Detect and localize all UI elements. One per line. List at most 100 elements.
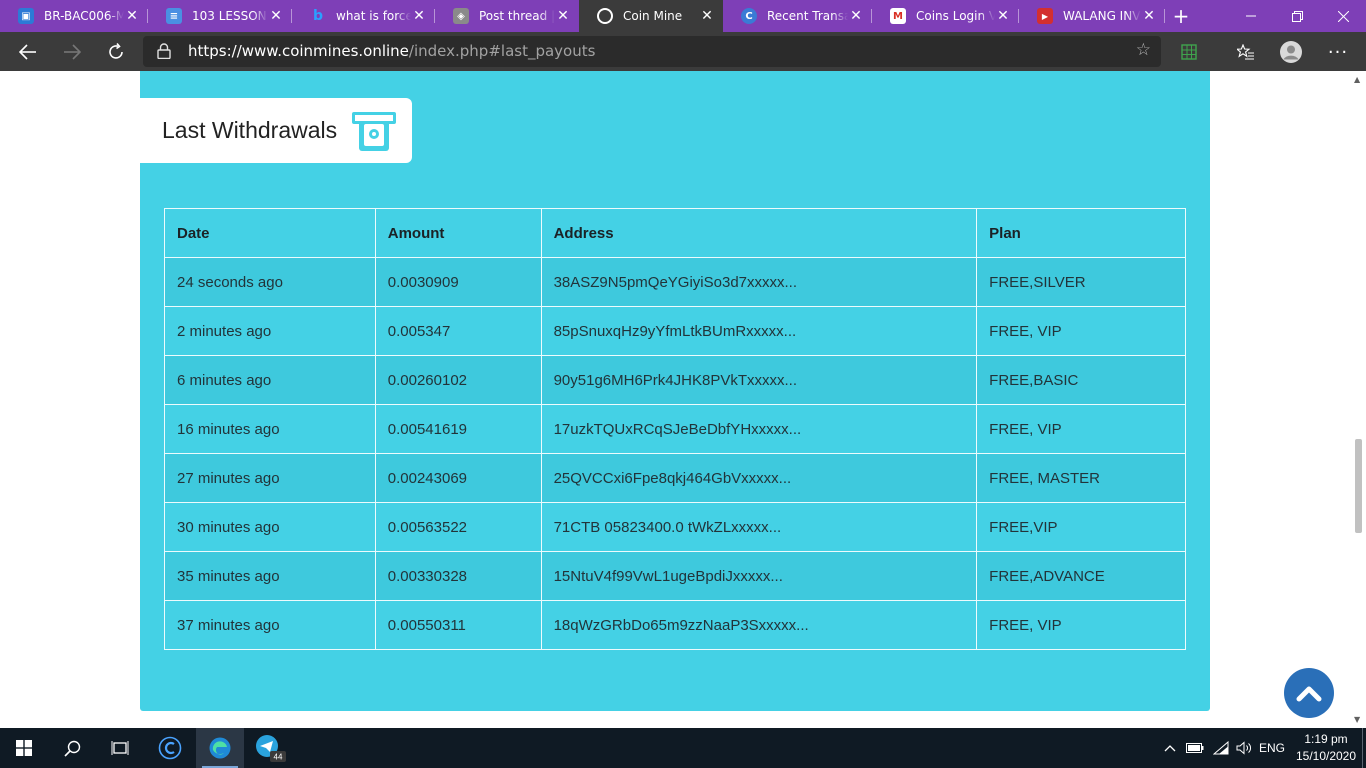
extension-button[interactable] [1173, 36, 1205, 68]
url-path: /index.php#last_payouts [408, 42, 596, 60]
browser-tab[interactable]: M Coins Login Ve ✕ [872, 0, 1019, 32]
new-tab-plus-icon[interactable]: + [1165, 0, 1197, 32]
tab-title: Coins Login Ve [916, 9, 995, 23]
cell-plan: FREE, VIP [976, 306, 1186, 356]
tab-title: 103 LESSON 3 [192, 9, 268, 23]
cell-plan: FREE, VIP [976, 600, 1186, 650]
cell-date: 35 minutes ago [164, 551, 376, 601]
cell-amount: 0.005347 [374, 306, 542, 356]
edge-browser-icon [209, 737, 231, 759]
search-icon [63, 740, 80, 757]
browser-tab[interactable]: C Recent Transac✕ [723, 0, 872, 32]
cell-amount: 0.0030909 [374, 257, 542, 307]
tab-close-icon[interactable]: ✕ [995, 8, 1011, 24]
taskbar-coins-app[interactable] [146, 728, 194, 768]
volume-button[interactable] [1234, 728, 1254, 768]
start-button[interactable] [0, 728, 48, 768]
scrollbar-thumb[interactable] [1355, 439, 1362, 533]
minimize-icon [1246, 15, 1256, 17]
table-row: 27 minutes ago 0.00243069 25QVCCxi6Fpe8qkj… [164, 453, 1186, 503]
browser-tab[interactable]: b what is force c✕ [292, 0, 435, 32]
scroll-to-top-button[interactable] [1284, 668, 1334, 718]
favorites-button[interactable] [1230, 36, 1262, 68]
telegram-badge-count: 44 [274, 753, 283, 762]
cell-plan: FREE, MASTER [976, 453, 1186, 503]
tab-close-icon[interactable]: ✕ [848, 8, 864, 24]
taskbar-edge-browser[interactable] [196, 728, 244, 768]
system-clock[interactable]: 1:19 pm 15/10/2020 [1290, 731, 1362, 765]
cube-icon: ◈ [453, 8, 469, 24]
cell-address: 38ASZ9N5pmQeYGiyiSo3d7xxxxx... [540, 257, 978, 307]
tab-close-icon[interactable]: ✕ [699, 8, 715, 24]
clock-date: 15/10/2020 [1295, 749, 1357, 763]
tab-close-icon[interactable]: ✕ [411, 8, 427, 24]
tab-close-icon[interactable]: ✕ [268, 8, 284, 24]
heading-card: Last Withdrawals [140, 98, 412, 163]
refresh-button[interactable] [100, 36, 132, 68]
show-hidden-icons-button[interactable] [1162, 728, 1178, 768]
favorites-list-icon [1237, 44, 1254, 60]
address-toolbar: https://www.coinmines.online/index.php#l… [0, 32, 1366, 71]
scroll-up-arrow-icon[interactable]: ▲ [1354, 75, 1360, 84]
chevron-up-icon [1296, 686, 1322, 702]
url-host: https://www.coinmines.online [188, 42, 409, 60]
address-bar[interactable]: https://www.coinmines.online/index.php#l… [143, 36, 1161, 67]
battery-icon [1186, 743, 1204, 753]
task-view-button[interactable] [96, 728, 144, 768]
forward-button[interactable] [56, 36, 88, 68]
url-text[interactable]: https://www.coinmines.online/index.php#l… [188, 42, 595, 60]
browser-tab[interactable]: ▶ WALANG INVE ✕ [1019, 0, 1165, 32]
cell-address: 18qWzGRbDo65m9zzNaaP3Sxxxxx... [540, 600, 978, 650]
back-button[interactable] [12, 36, 44, 68]
browser-tab[interactable]: ◈ Post thread | P✕ [435, 0, 579, 32]
favorite-star-icon[interactable]: ☆ [1136, 40, 1151, 60]
profile-button[interactable] [1275, 36, 1307, 68]
docs-icon: ≡ [166, 8, 182, 24]
table-row: 2 minutes ago 0.005347 85pSnuxqHz9yYfmLtkB… [164, 306, 1186, 356]
cell-address: 15NtuV4f99VwL1ugeBpdiJxxxxx... [540, 551, 978, 601]
windows-taskbar: 44 ENG 1:19 pm 15/10/2020 [0, 728, 1366, 768]
table-row: 35 minutes ago 0.00330328 15NtuV4f99VwL1ug… [164, 551, 1186, 601]
cell-date: 27 minutes ago [164, 453, 376, 503]
profile-avatar-icon [1280, 41, 1302, 63]
withdrawals-table: Date Amount Address Plan 24 seconds ago 0… [164, 208, 1186, 650]
cell-amount: 0.00243069 [374, 453, 542, 503]
cell-amount: 0.00563522 [374, 502, 542, 552]
wifi-button[interactable] [1210, 728, 1232, 768]
browser-tab[interactable]: ▣ BR-BAC006-M ✕ [0, 0, 148, 32]
table-header-row: Date Amount Address Plan [164, 208, 1186, 258]
cell-plan: FREE,ADVANCE [976, 551, 1186, 601]
tab-title: WALANG INVE [1063, 9, 1141, 23]
minimize-button[interactable] [1228, 0, 1274, 32]
restore-button[interactable] [1274, 0, 1320, 32]
table-row: 16 minutes ago 0.00541619 17uzkTQUxRCqSJeB… [164, 404, 1186, 454]
cell-address: 25QVCCxi6Fpe8qkj464GbVxxxxx... [540, 453, 978, 503]
windows-logo-icon [16, 740, 32, 756]
cell-address: 85pSnuxqHz9yYfmLtkBUmRxxxxx... [540, 306, 978, 356]
tab-close-icon[interactable]: ✕ [124, 8, 140, 24]
profile-card-icon: ▣ [18, 8, 34, 24]
bing-icon: b [312, 8, 324, 24]
input-language-indicator[interactable]: ENG [1256, 728, 1288, 768]
battery-button[interactable] [1184, 728, 1206, 768]
scroll-down-arrow-icon[interactable]: ▼ [1354, 715, 1360, 724]
tab-title: Post thread | P [479, 9, 555, 23]
cell-date: 24 seconds ago [164, 257, 376, 307]
page-scrollbar[interactable]: ▲ ▼ [1350, 71, 1366, 728]
taskbar-telegram[interactable]: 44 [246, 728, 294, 768]
speaker-icon [1236, 741, 1251, 755]
tab-strip: ▣BR-BAC006-M✕≡103 LESSON 3✕bwhat is forc… [0, 0, 1366, 32]
show-desktop-button[interactable] [1362, 728, 1366, 768]
telegram-icon: 44 [256, 735, 286, 762]
tab-close-icon[interactable]: ✕ [1141, 8, 1157, 24]
more-dots-icon: ··· [1327, 41, 1349, 63]
tab-close-icon[interactable]: ✕ [555, 8, 571, 24]
browser-tab[interactable]: Coin Mine ✕ [579, 0, 723, 32]
cell-plan: FREE, VIP [976, 404, 1186, 454]
coins-c-icon [158, 736, 182, 760]
browser-tab[interactable]: ≡ 103 LESSON 3✕ [148, 0, 292, 32]
close-window-button[interactable] [1320, 0, 1366, 32]
restore-icon [1291, 10, 1303, 22]
settings-menu-button[interactable]: ··· [1322, 36, 1354, 68]
search-button[interactable] [48, 728, 96, 768]
